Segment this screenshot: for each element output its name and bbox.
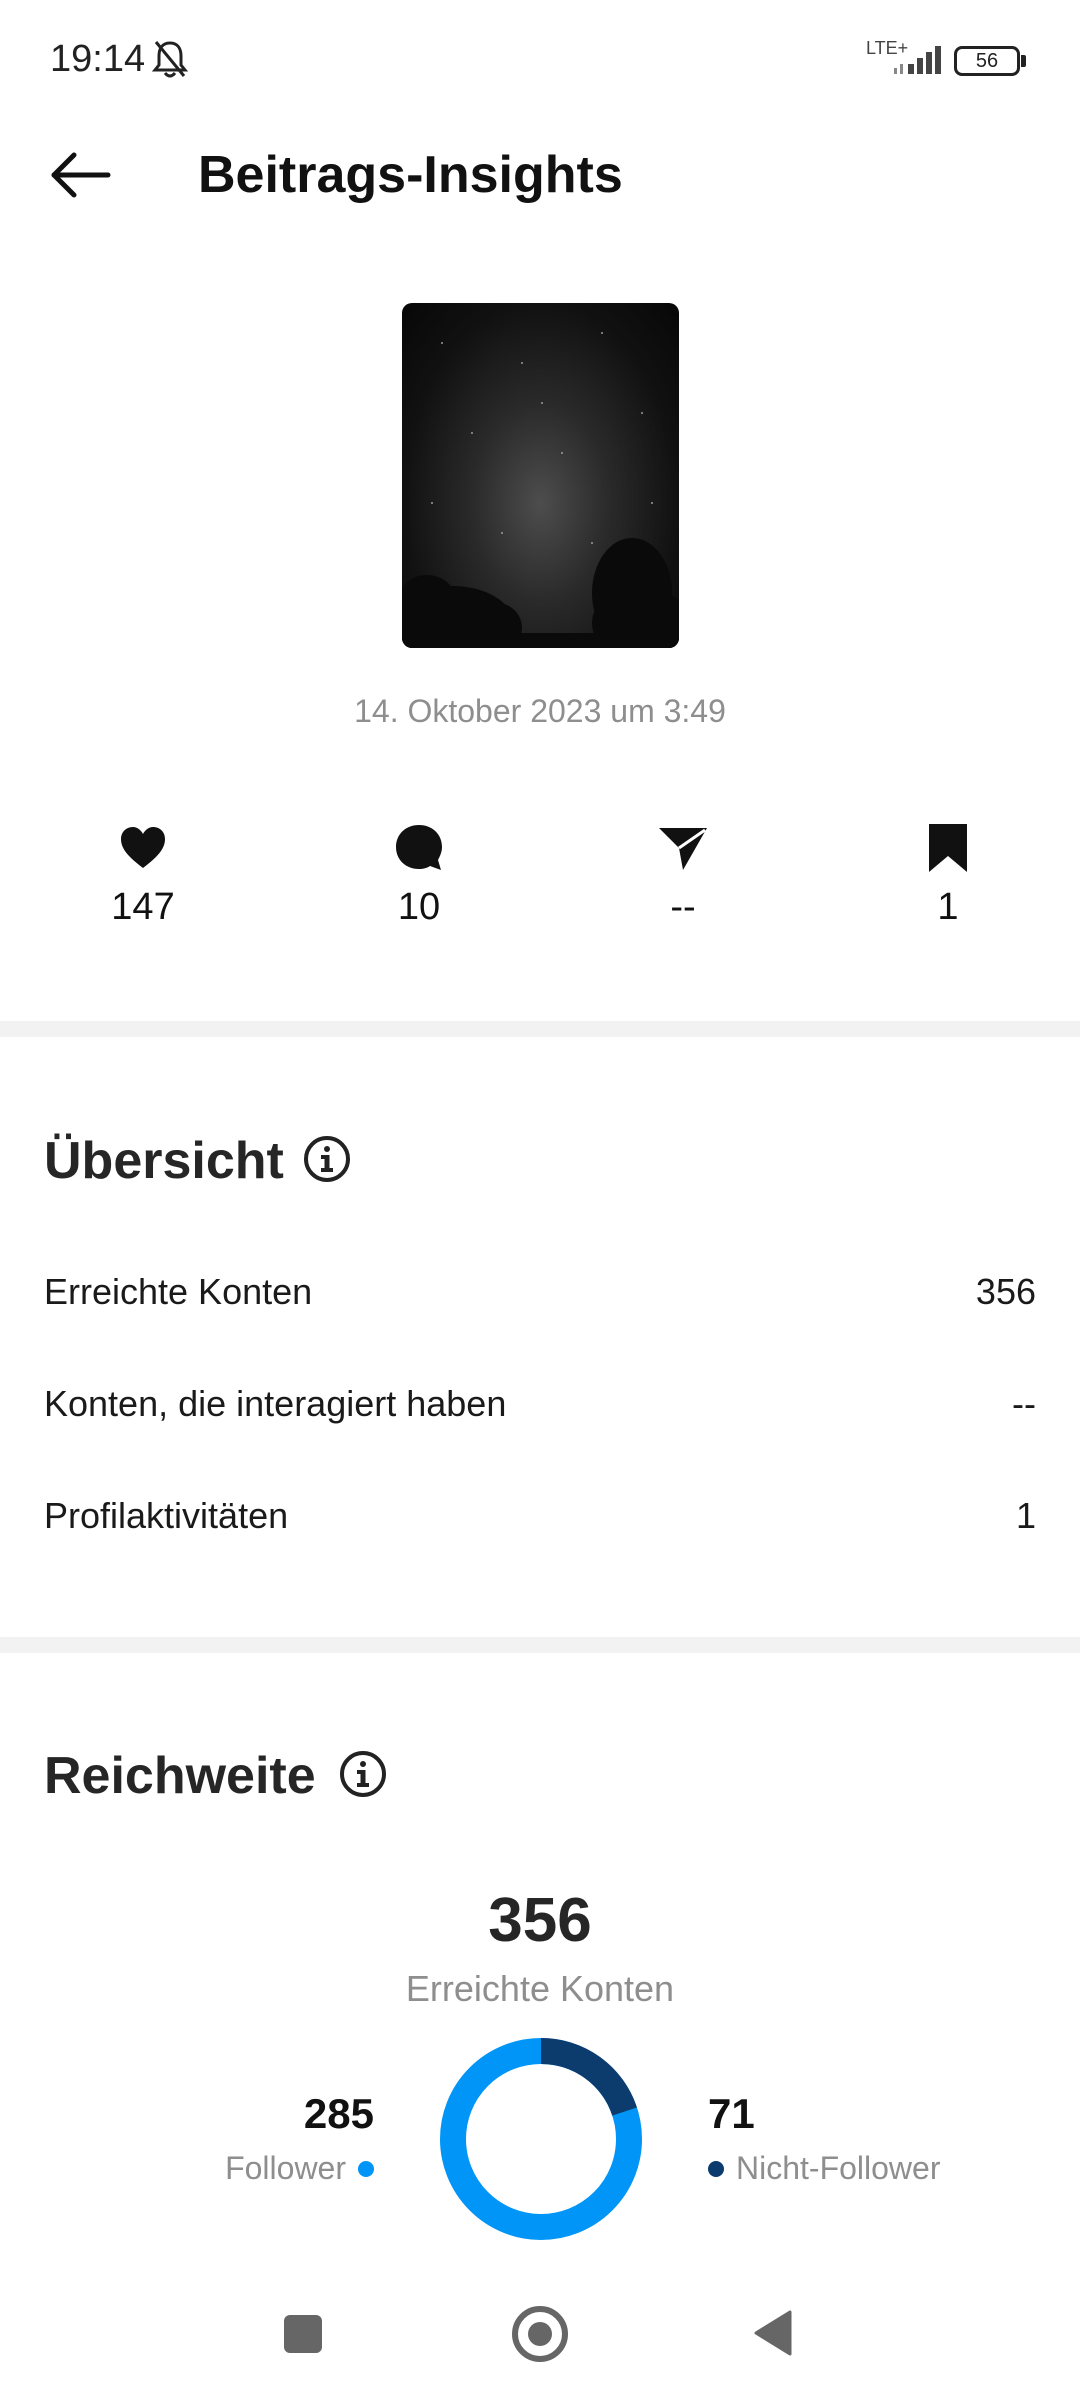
overview-row-profile-activity[interactable]: Profilaktivitäten 1 xyxy=(44,1486,1036,1546)
reach-total: 356 xyxy=(488,1886,592,1955)
battery-level: 56 xyxy=(975,50,999,72)
bookmark-icon xyxy=(929,824,967,872)
info-icon[interactable] xyxy=(302,1134,352,1184)
overview-title: Übersicht xyxy=(44,1132,284,1190)
section-divider xyxy=(0,1021,1080,1037)
bell-off-icon xyxy=(151,41,189,78)
non-followers-legend: Nicht-Follower xyxy=(708,2150,940,2187)
likes-count: 147 xyxy=(111,886,175,928)
home-icon-dot xyxy=(528,2322,552,2346)
saves-count: 1 xyxy=(937,886,959,928)
followers-count: 285 xyxy=(303,2090,374,2137)
post-date: 14. Oktober 2023 um 3:49 xyxy=(354,693,726,729)
non-followers-count: 71 xyxy=(708,2090,755,2137)
status-bar: 19:14 LTE+ 56 xyxy=(0,0,1080,120)
followers-legend: Follower xyxy=(225,2150,374,2187)
metric-likes: 147 xyxy=(43,820,243,929)
shares-count: -- xyxy=(670,886,696,928)
comment-icon xyxy=(396,825,442,870)
share-icon xyxy=(659,828,707,870)
row-label: Profilaktivitäten xyxy=(44,1495,289,1536)
reach-title: Reichweite xyxy=(44,1747,316,1805)
donut-segment-non-followers xyxy=(540,2038,637,2116)
system-nav-bar xyxy=(0,2280,1080,2400)
non-followers-dot xyxy=(708,2160,724,2177)
metric-saves: 1 xyxy=(848,820,1048,929)
overview-row-engaged[interactable]: Konten, die interagiert haben -- xyxy=(44,1374,1036,1434)
battery-nub xyxy=(1021,55,1026,67)
metric-shares: -- xyxy=(583,820,783,929)
followers-dot xyxy=(358,2160,374,2177)
row-value: 1 xyxy=(1015,1495,1036,1536)
recent-apps-icon[interactable] xyxy=(284,2315,322,2353)
home-icon[interactable] xyxy=(512,2306,568,2362)
back-triangle-icon[interactable] xyxy=(752,2308,792,2358)
comments-count: 10 xyxy=(397,886,441,928)
metric-comments: 10 xyxy=(319,820,519,929)
back-button[interactable] xyxy=(40,140,120,210)
non-followers-label: Nicht-Follower xyxy=(736,2150,941,2186)
status-time: 19:14 xyxy=(50,38,146,80)
reach-donut-chart xyxy=(440,2038,642,2240)
post-thumbnail[interactable] xyxy=(402,303,679,648)
battery-icon: 56 xyxy=(954,46,1020,76)
section-divider xyxy=(0,1637,1080,1653)
row-value: -- xyxy=(1012,1383,1036,1424)
heart-icon xyxy=(121,827,165,868)
followers-label: Follower xyxy=(225,2150,346,2186)
tree-silhouette xyxy=(402,332,679,648)
info-icon[interactable] xyxy=(338,1749,388,1799)
overview-row-reached[interactable]: Erreichte Konten 356 xyxy=(44,1262,1036,1322)
arrow-left-icon xyxy=(51,152,111,198)
reach-total-label: Erreichte Konten xyxy=(405,1968,675,2009)
row-label: Konten, die interagiert haben xyxy=(44,1383,507,1424)
page-title: Beitrags-Insights xyxy=(198,146,623,204)
signal-icon xyxy=(894,46,941,74)
row-label: Erreichte Konten xyxy=(44,1271,313,1312)
row-value: 356 xyxy=(975,1271,1036,1312)
